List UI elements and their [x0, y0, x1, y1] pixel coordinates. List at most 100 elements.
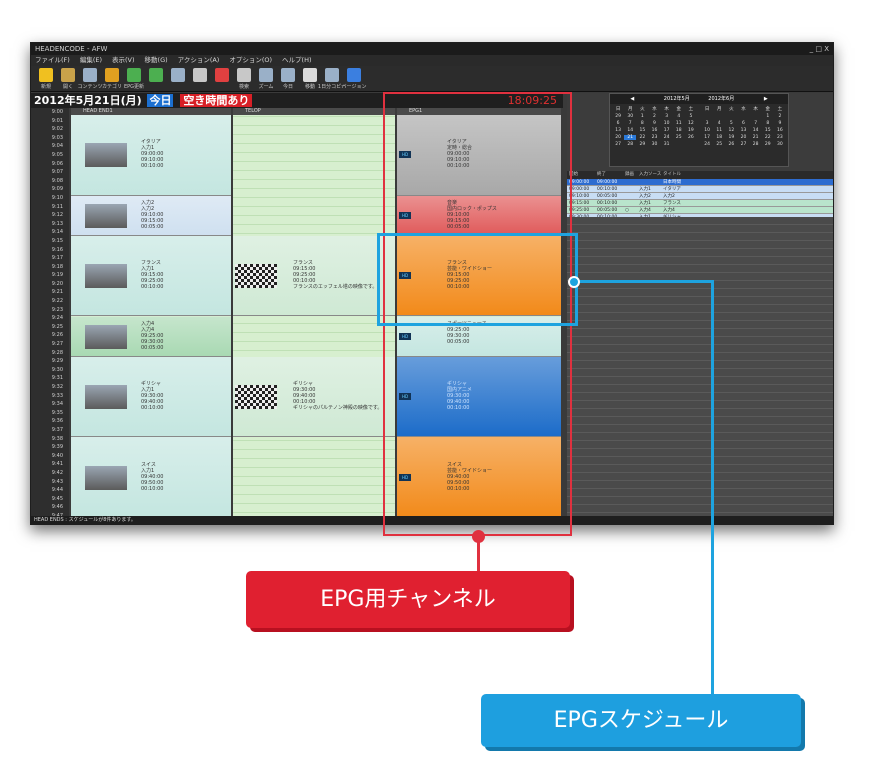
calendar-day[interactable]	[713, 114, 725, 119]
calendar-day[interactable]: 25	[673, 135, 685, 140]
calendar-day[interactable]: 18	[673, 128, 685, 133]
calendar-day[interactable]: 16	[774, 128, 786, 133]
calendar-day[interactable]: 12	[725, 128, 737, 133]
calendar-day[interactable]	[750, 114, 762, 119]
calendar-day[interactable]: 29	[636, 142, 648, 147]
calendar-day[interactable]: 10	[701, 128, 713, 133]
calendar-day[interactable]: 6	[737, 121, 749, 126]
calendar-day[interactable]: 26	[685, 135, 697, 140]
calendar-day[interactable]: 27	[612, 142, 624, 147]
prev-month-button[interactable]: ◀	[610, 94, 655, 104]
menu-item-6[interactable]: ヘルプ(H)	[282, 55, 311, 66]
today-button[interactable]: 今日	[147, 94, 174, 107]
calendar-day[interactable]: 9	[648, 121, 660, 126]
toolbar-button-14[interactable]: バージョン	[342, 66, 366, 92]
schedule-row[interactable]: 09:00:00 09:00:00 日本時間	[567, 179, 833, 186]
calendar-day[interactable]: 2	[648, 114, 660, 119]
schedule-row[interactable]: 09:10:00 00:05:00 入力2 入力2	[567, 193, 833, 200]
calendar-day[interactable]: 20	[612, 135, 624, 140]
calendar-day[interactable]: 17	[661, 128, 673, 133]
schedule-row[interactable]: 09:00:00 00:10:00 入力1 イタリア	[567, 186, 833, 193]
calendar-day[interactable]: 24	[661, 135, 673, 140]
calendar-day[interactable]: 23	[774, 135, 786, 140]
calendar-day[interactable]: 30	[774, 142, 786, 147]
calendar-day[interactable]: 19	[685, 128, 697, 133]
menu-item-1[interactable]: 編集(E)	[80, 55, 102, 66]
calendar-day[interactable]: 15	[636, 128, 648, 133]
calendar-day[interactable]	[737, 114, 749, 119]
program-block[interactable]: イタリア 入力1 09:00:00 09:10:00 00:10:00	[71, 115, 231, 196]
program-block[interactable]: フランス 入力1 09:15:00 09:25:00 00:10:00	[71, 235, 231, 317]
calendar-day[interactable]: 13	[612, 128, 624, 133]
program-block[interactable]: ギリシャ 09:30:00 09:40:00 00:10:00 ギリシャのパルテノン神殿…	[233, 356, 395, 438]
calendar-day[interactable]: 22	[636, 135, 648, 140]
calendar-day[interactable]: 2	[774, 114, 786, 119]
calendar-day[interactable]: 15	[762, 128, 774, 133]
calendar-day[interactable]: 3	[661, 114, 673, 119]
toolbar-button-3[interactable]: カテゴリ	[101, 66, 123, 92]
calendar-day[interactable]: 30	[624, 114, 636, 119]
program-block[interactable]: スイス 入力1 09:40:00 09:50:00 00:10:00	[71, 437, 231, 518]
calendar-day[interactable]: 28	[624, 142, 636, 147]
program-block[interactable]: ギリシャ 入力1 09:30:00 09:40:00 00:10:00	[71, 356, 231, 438]
calendar-day[interactable]: 20	[737, 135, 749, 140]
toolbar-button-0[interactable]: 新規	[35, 66, 57, 92]
calendar-day[interactable]: 8	[636, 121, 648, 126]
menu-item-5[interactable]: オプション(O)	[229, 55, 272, 66]
calendar-day[interactable]: 11	[713, 128, 725, 133]
calendar-day[interactable]: 17	[701, 135, 713, 140]
calendar-day[interactable]: 6	[612, 121, 624, 126]
calendar-day[interactable]: 5	[725, 121, 737, 126]
schedule-row[interactable]: 09:15:00 00:10:00 入力1 フランス	[567, 200, 833, 207]
toolbar-button-7[interactable]	[189, 66, 211, 92]
calendar-day[interactable]: 11	[673, 121, 685, 126]
menu-item-0[interactable]: ファイル(F)	[35, 55, 70, 66]
calendar-day[interactable]: 21	[750, 135, 762, 140]
calendar-day[interactable]: 4	[713, 121, 725, 126]
toolbar-button-11[interactable]: 今日	[277, 66, 299, 92]
calendar-day[interactable]: 23	[648, 135, 660, 140]
program-block[interactable]: フランス 09:15:00 09:25:00 00:10:00 フランスのエッフェル塔の…	[233, 235, 395, 317]
calendar-day[interactable]: 18	[713, 135, 725, 140]
calendar-day[interactable]: 14	[624, 128, 636, 133]
program-block[interactable]: 入力2 入力2 09:10:00 09:15:00 00:05:00	[71, 195, 231, 236]
calendar-day[interactable]: 26	[725, 142, 737, 147]
toolbar-button-10[interactable]: ズーム	[255, 66, 277, 92]
calendar-day[interactable]	[701, 114, 713, 119]
calendar-day[interactable]: 13	[737, 128, 749, 133]
toolbar-button-4[interactable]: EPG更新	[123, 66, 145, 92]
menu-item-2[interactable]: 表示(V)	[112, 55, 135, 66]
calendar-day[interactable]: 30	[648, 142, 660, 147]
calendar-day[interactable]: 10	[661, 121, 673, 126]
toolbar-button-9[interactable]: 検索	[233, 66, 255, 92]
calendar-day[interactable]: 4	[673, 114, 685, 119]
calendar-day[interactable]: 5	[685, 114, 697, 119]
toolbar-button-6[interactable]	[167, 66, 189, 92]
calendar-day[interactable]: 24	[701, 142, 713, 147]
toolbar-button-2[interactable]: コンテンツ	[78, 66, 103, 92]
calendar-day[interactable]: 12	[685, 121, 697, 126]
calendar-day[interactable]: 7	[750, 121, 762, 126]
calendar-day[interactable]: 16	[648, 128, 660, 133]
calendar-day[interactable]: 14	[750, 128, 762, 133]
toolbar-button-1[interactable]: 開く	[57, 66, 79, 92]
calendar-day[interactable]: 21	[624, 135, 637, 140]
calendar-day[interactable]: 22	[762, 135, 774, 140]
calendar-day[interactable]: 7	[624, 121, 636, 126]
calendar-day[interactable]: 1	[636, 114, 648, 119]
menu-item-3[interactable]: 移動(G)	[145, 55, 168, 66]
calendar-day[interactable]: 27	[737, 142, 749, 147]
calendar-day[interactable]: 25	[713, 142, 725, 147]
calendar-day[interactable]: 29	[612, 114, 624, 119]
toolbar-button-13[interactable]: 1日分コピー	[318, 66, 346, 92]
toolbar-button-8[interactable]	[211, 66, 233, 92]
next-month-button[interactable]: ▶	[744, 94, 789, 104]
calendar-day[interactable]: 9	[774, 121, 786, 126]
calendar-day[interactable]: 29	[762, 142, 774, 147]
window-buttons[interactable]: _ □ X	[810, 43, 829, 55]
calendar-day[interactable]: 19	[725, 135, 737, 140]
menu-item-4[interactable]: アクション(A)	[178, 55, 220, 66]
calendar-day[interactable]: 3	[701, 121, 713, 126]
calendar-day[interactable]: 1	[762, 114, 774, 119]
program-block[interactable]: 入力4 入力4 09:25:00 09:30:00 00:05:00	[71, 316, 231, 357]
